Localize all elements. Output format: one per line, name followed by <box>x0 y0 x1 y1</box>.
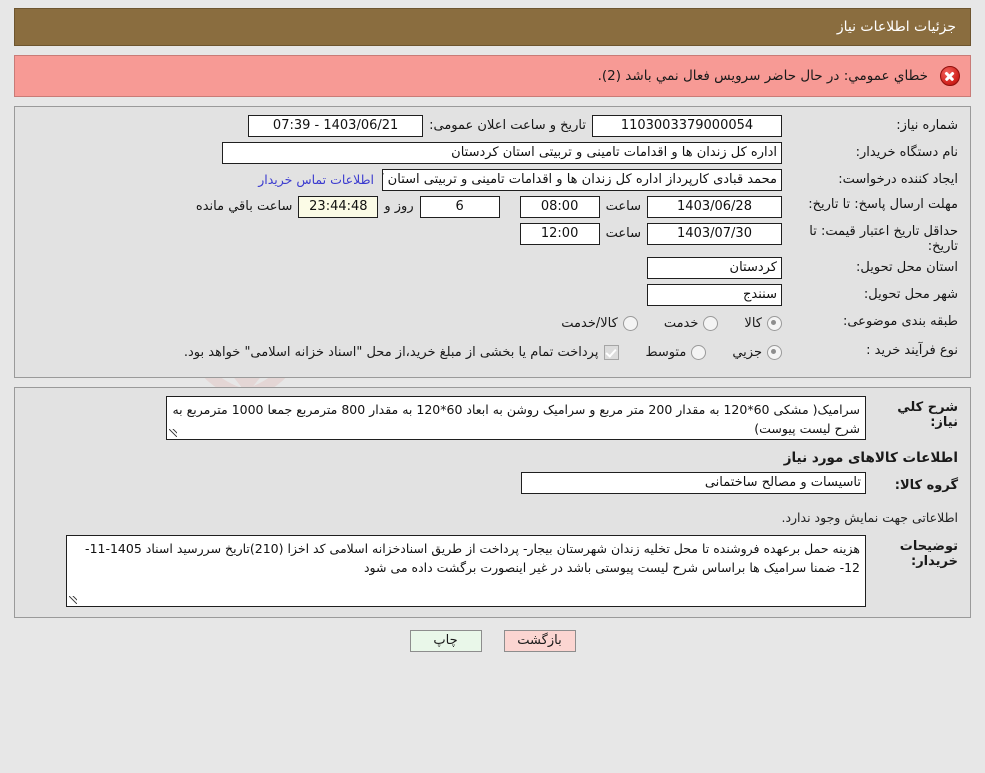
purchase-process-options: جزیي متوسط پرداخت تمام یا بخشی از مبلغ خ… <box>158 340 782 364</box>
row-buyer-notes: توضیحات خریدار: هزینه حمل برعهده فروشنده… <box>23 535 962 607</box>
action-button-bar: بازگشت چاپ <box>0 630 985 652</box>
error-alert: خطاي عمومي: در حال حاضر سرویس فعال نمي ب… <box>14 55 971 97</box>
general-description-value: سرامیک( مشکی 60*120 به مقدار 200 متر مرب… <box>166 396 866 440</box>
row-delivery-city: شهر محل تحویل: سنندج <box>23 284 962 308</box>
radio-icon-goods[interactable] <box>767 315 782 331</box>
deadline-label: مهلت ارسال پاسخ: تا تاریخ: <box>808 197 958 212</box>
remaining-time-value: 23:44:48 <box>298 196 379 218</box>
radio-label-medium: متوسط <box>645 344 687 360</box>
radio-icon-goods-service[interactable] <box>622 315 638 331</box>
radio-icon-service[interactable] <box>703 315 719 331</box>
delivery-city-label: شهر محل تحویل: <box>863 287 958 302</box>
buyer-org-label: نام دستگاه خریدار: <box>855 145 958 160</box>
goods-empty-message: اطلاعاتی جهت نمایش وجود ندارد. <box>781 510 958 525</box>
buyer-contact-link[interactable]: اطلاعات تماس خریدار <box>250 169 382 187</box>
delivery-province-value: کردستان <box>647 257 782 279</box>
row-purchase-process: نوع فرآیند خرید : جزیي متوسط پرداخت تمام… <box>23 340 962 366</box>
radio-option-goods[interactable]: کالا <box>744 315 782 331</box>
buyer-notes-value: هزینه حمل برعهده فروشنده تا محل تخلیه زن… <box>66 535 866 607</box>
row-requester: ایجاد کننده درخواست: محمد قبادی کارپرداز… <box>23 169 962 193</box>
general-description-label: شرح كلي نياز: <box>897 400 958 430</box>
row-goods-group: گروه کالا: تاسیسات و مصالح ساختمانی <box>23 472 962 494</box>
radio-label-goods: کالا <box>744 315 762 331</box>
radio-label-goods-service: کالا/خدمت <box>561 315 618 331</box>
deadline-date-value: 1403/06/28 <box>647 196 782 218</box>
row-general-description: شرح كلي نياز: سرامیک( مشکی 60*120 به مقد… <box>23 396 962 440</box>
announce-datetime-value: 1403/06/21 - 07:39 <box>248 115 424 137</box>
delivery-province-label: استان محل تحویل: <box>856 260 958 275</box>
price-validity-date-value: 1403/07/30 <box>647 223 782 245</box>
subject-category-label: طبقه بندی موضوعی: <box>842 314 958 329</box>
error-circle-icon <box>940 66 960 86</box>
requester-label: ایجاد کننده درخواست: <box>838 172 958 187</box>
buyer-org-value: اداره کل زندان ها و اقدامات تامینی و ترب… <box>222 142 782 164</box>
requester-value: محمد قبادی کارپرداز اداره کل زندان ها و … <box>382 169 782 191</box>
deadline-hour-label: ساعت <box>605 199 641 214</box>
row-need-number: شماره نیاز: 1103003379000054 تاریخ و ساع… <box>23 115 962 139</box>
radio-label-service: خدمت <box>663 315 699 331</box>
row-delivery-province: استان محل تحویل: کردستان <box>23 257 962 281</box>
announce-datetime-label: تاریخ و ساعت اعلان عمومی: <box>429 118 586 133</box>
need-number-label: شماره نیاز: <box>896 118 958 133</box>
error-alert-message: خطاي عمومي: در حال حاضر سرویس فعال نمي ب… <box>597 68 928 84</box>
need-details-panel: شرح كلي نياز: سرامیک( مشکی 60*120 به مقد… <box>14 387 971 618</box>
page-root: جزئیات اطلاعات نیاز خطاي عمومي: در حال ح… <box>0 8 985 652</box>
remaining-time-label: ساعت باقي مانده <box>195 199 293 214</box>
row-price-validity: حداقل تاریخ اعتبار قیمت: تا تاریخ: 1403/… <box>23 223 962 254</box>
back-button[interactable]: بازگشت <box>503 630 576 652</box>
goods-section-title: اطلاعات کالاهای مورد نیاز <box>783 450 958 466</box>
radio-option-goods-service[interactable]: کالا/خدمت <box>561 315 638 331</box>
row-subject-category: طبقه بندی موضوعی: کالا خدمت کالا/خدمت <box>23 311 962 337</box>
goods-group-value: تاسیسات و مصالح ساختمانی <box>521 472 866 494</box>
treasury-bonds-checkbox-group[interactable]: پرداخت تمام یا بخشی از مبلغ خرید،از محل … <box>183 344 620 360</box>
radio-label-minor: جزیي <box>732 344 762 360</box>
buyer-notes-label: توضیحات خریدار: <box>899 539 958 569</box>
radio-option-medium[interactable]: متوسط <box>645 344 707 360</box>
need-info-panel: شماره نیاز: 1103003379000054 تاریخ و ساع… <box>14 106 971 378</box>
need-number-value: 1103003379000054 <box>592 115 782 137</box>
row-buyer-org: نام دستگاه خریدار: اداره کل زندان ها و ا… <box>23 142 962 166</box>
row-response-deadline: مهلت ارسال پاسخ: تا تاریخ: 1403/06/28 سا… <box>23 196 962 220</box>
price-validity-hour-label: ساعت <box>605 226 641 241</box>
deadline-time-value: 08:00 <box>519 196 600 218</box>
price-validity-label: حداقل تاریخ اعتبار قیمت: تا تاریخ: <box>809 224 958 254</box>
remaining-days-label: روز و <box>384 199 414 214</box>
goods-group-label: گروه کالا: <box>894 477 958 493</box>
price-validity-time-value: 12:00 <box>519 223 600 245</box>
purchase-process-label: نوع فرآیند خرید : <box>866 343 958 358</box>
radio-option-minor[interactable]: جزیي <box>732 344 782 360</box>
checkbox-icon-treasury-bonds[interactable] <box>604 344 620 360</box>
remaining-days-value: 6 <box>419 196 500 218</box>
print-button[interactable]: چاپ <box>409 630 482 652</box>
radio-option-service[interactable]: خدمت <box>663 315 719 331</box>
subject-category-options: کالا خدمت کالا/خدمت <box>535 311 782 335</box>
page-title-bar: جزئیات اطلاعات نیاز <box>14 8 971 46</box>
radio-icon-medium[interactable] <box>691 344 707 360</box>
page-title: جزئیات اطلاعات نیاز <box>836 19 956 35</box>
treasury-bonds-checkbox-label: پرداخت تمام یا بخشی از مبلغ خرید،از محل … <box>183 344 599 360</box>
radio-icon-minor[interactable] <box>767 344 782 360</box>
delivery-city-value: سنندج <box>647 284 782 306</box>
